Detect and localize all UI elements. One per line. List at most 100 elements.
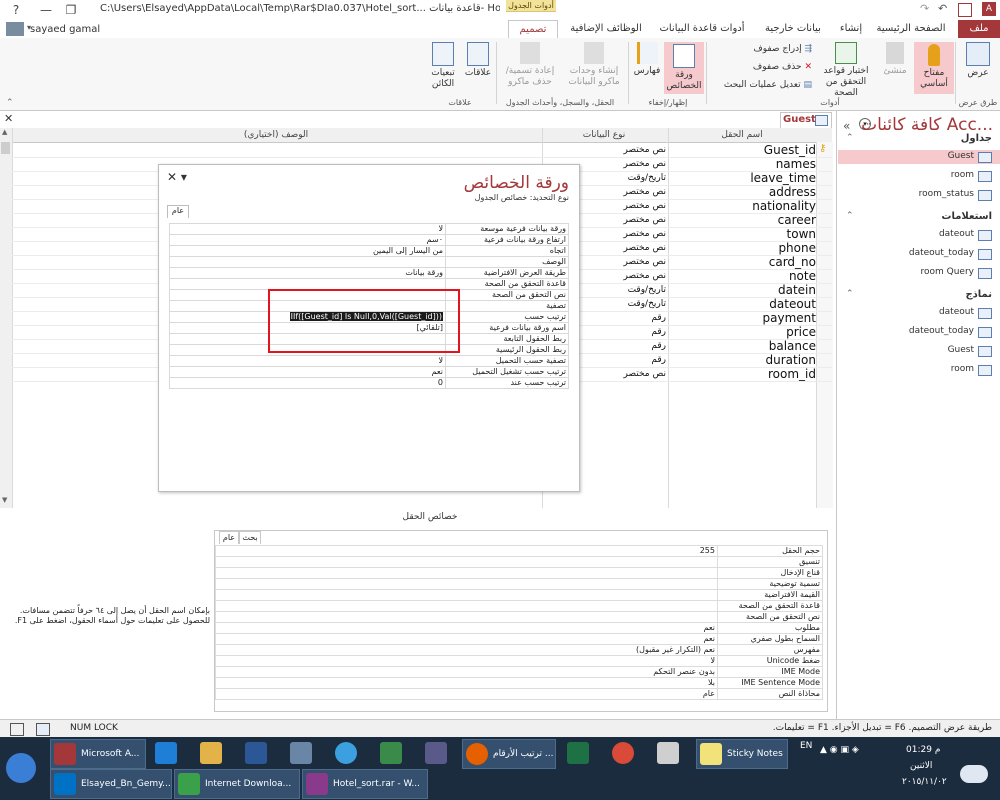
field-name-cell[interactable]: duration — [668, 353, 817, 367]
nav-item[interactable]: dateout_today — [909, 326, 974, 336]
field-row[interactable]: Guest_id نص مختصر — [12, 143, 832, 158]
tab-file[interactable]: ملف — [958, 20, 1000, 38]
nav-item[interactable]: room — [951, 364, 974, 374]
field-name-cell[interactable]: payment — [668, 311, 816, 325]
primary-key-button[interactable]: مفتاح أساسي — [914, 42, 954, 94]
property-row[interactable]: الوصف — [169, 256, 569, 268]
modify-lookups-button[interactable]: تعديل عمليات البحث ▤ — [710, 80, 812, 90]
relationships-button[interactable]: علاقات — [462, 42, 494, 79]
nav-section-header[interactable]: نماذج — [965, 289, 992, 300]
nav-pane-title[interactable]: كافة كائنات Acc... — [861, 115, 993, 135]
field-property-value[interactable] — [215, 611, 718, 623]
field-property-row[interactable]: ضغط Unicode لا — [215, 655, 823, 667]
close-document-icon[interactable]: ✕ — [4, 112, 13, 125]
field-name-cell[interactable]: balance — [668, 339, 816, 353]
nav-item[interactable]: Guest — [948, 345, 974, 355]
tab-home[interactable]: الصفحة الرئيسية — [868, 20, 954, 38]
field-name-cell[interactable]: career — [668, 213, 816, 227]
indexes-button[interactable]: فهارس — [632, 42, 662, 77]
field-property-row[interactable]: IME Mode بدون عنصر التحكم — [215, 666, 823, 678]
insert-rows-button[interactable]: إدراج صفوف ⇶ — [730, 44, 812, 54]
delete-rows-button[interactable]: حذف صفوف ✕ — [730, 62, 812, 72]
nav-section-header[interactable]: استعلامات — [941, 211, 992, 222]
field-name-cell[interactable]: names — [668, 157, 816, 171]
property-value[interactable]: 0 — [169, 377, 446, 389]
scroll-down-arrow[interactable]: ▼ — [2, 496, 7, 504]
account-name[interactable]: sayaed gamal — [30, 24, 100, 35]
field-property-row[interactable]: قاعدة التحقق من الصحة — [215, 600, 823, 612]
field-property-row[interactable]: مفهرس نعم (التكرار غير مقبول) — [215, 644, 823, 656]
nav-item[interactable]: dateout — [939, 229, 974, 239]
file-explorer-icon[interactable] — [200, 742, 222, 764]
taskbar-access[interactable]: Microsoft A... — [50, 739, 146, 769]
property-value[interactable]: لا — [169, 223, 446, 235]
restore-button[interactable]: ❐ — [55, 0, 87, 20]
field-name-cell[interactable]: datein — [668, 283, 816, 297]
save-icon[interactable] — [958, 3, 972, 17]
collapse-icon[interactable]: ⌃ — [846, 211, 854, 221]
tab-general[interactable]: عام — [219, 531, 239, 544]
excel-icon[interactable] — [567, 742, 589, 764]
property-value[interactable]: ورقة بيانات — [169, 267, 446, 279]
field-name-cell[interactable]: note — [668, 269, 816, 283]
calculator-icon[interactable] — [290, 742, 312, 764]
property-row[interactable]: طريقة العرض الافتراضية ورقة بيانات — [169, 267, 569, 279]
property-value[interactable]: نعم — [169, 366, 446, 378]
nav-item[interactable]: room Query — [921, 267, 975, 277]
property-row[interactable]: قاعدة التحقق من الصحة — [169, 278, 569, 290]
field-name-cell[interactable]: leave_time — [668, 171, 816, 185]
taskbar-winrar[interactable]: Hotel_sort.rar - W... — [302, 769, 428, 799]
field-property-value[interactable]: بدون عنصر التحكم — [215, 666, 718, 678]
field-property-value[interactable] — [215, 600, 718, 612]
weather-icon[interactable] — [960, 765, 988, 783]
field-property-row[interactable]: حجم الحقل 255 — [215, 545, 823, 557]
media-icon[interactable] — [425, 742, 447, 764]
document-tab-guest[interactable]: Guest — [780, 112, 832, 128]
tray-icons[interactable]: ▲ ◉ ▣ ◈ — [820, 745, 890, 759]
field-property-value[interactable] — [215, 578, 718, 590]
field-property-value[interactable]: نعم — [215, 633, 718, 645]
field-name-cell[interactable]: address — [668, 185, 816, 199]
property-row[interactable]: ترتيب حسب عند 0 — [169, 377, 569, 389]
ie-icon[interactable] — [155, 742, 177, 764]
object-dependencies-button[interactable]: تبعيات الكائن — [426, 42, 460, 90]
field-name-cell[interactable]: Guest_id — [668, 143, 816, 157]
nav-section-header[interactable]: جداول — [961, 133, 992, 144]
field-name-cell[interactable]: price — [668, 325, 816, 339]
field-property-value[interactable]: عام — [215, 688, 718, 700]
collapse-ribbon-icon[interactable]: ⌃ — [6, 98, 14, 108]
property-value[interactable]: من اليسار إلى اليمين — [169, 245, 446, 257]
field-property-row[interactable]: السماح بطول صفري نعم — [215, 633, 823, 645]
field-property-value[interactable] — [215, 589, 718, 601]
taskbar-idm[interactable]: Internet Downloa... — [174, 769, 300, 799]
tab-lookup[interactable]: بحث — [239, 531, 261, 544]
start-button[interactable] — [6, 753, 36, 783]
field-name-cell[interactable]: card_no — [668, 255, 816, 269]
field-property-value[interactable]: نعم (التكرار غير مقبول) — [215, 644, 718, 656]
field-property-value[interactable]: لا — [215, 655, 718, 667]
notepad-icon[interactable] — [657, 742, 679, 764]
avatar[interactable] — [6, 22, 24, 36]
field-property-value[interactable]: بلا — [215, 677, 718, 689]
undo-icon[interactable]: ↶ — [938, 2, 947, 15]
test-validation-rules-button[interactable]: اختبار قواعد التحقق من الصحة — [816, 42, 876, 99]
taskbar-firefox[interactable]: ترتيب الأرقام ... — [462, 739, 556, 769]
create-data-macros-button[interactable]: إنشاء وحدات ماكرو البيانات — [562, 42, 626, 88]
rename-delete-macro-button[interactable]: إعادة تسمية/حذف ماكرو — [500, 42, 560, 88]
field-property-row[interactable]: قناع الإدخال — [215, 567, 823, 579]
account-dropdown-icon[interactable]: ▾ — [27, 23, 31, 32]
field-name-cell[interactable]: nationality — [668, 199, 816, 213]
field-name-cell[interactable]: dateout — [668, 297, 816, 311]
shutter-bar-icon[interactable]: « — [843, 119, 850, 133]
field-property-value[interactable]: نعم — [215, 622, 718, 634]
access-app-icon[interactable]: A — [982, 2, 996, 16]
redo-icon[interactable]: ↷ — [920, 2, 929, 15]
property-value[interactable]: لا — [169, 355, 446, 367]
chrome-icon[interactable] — [612, 742, 634, 764]
field-property-row[interactable]: نص التحقق من الصحة — [215, 611, 823, 623]
field-name-cell[interactable]: town — [668, 227, 816, 241]
nav-item[interactable]: room_status — [919, 189, 974, 199]
tab-external-data[interactable]: بيانات خارجية — [754, 20, 832, 38]
property-row[interactable]: اتجاه من اليسار إلى اليمين — [169, 245, 569, 257]
field-property-value[interactable] — [215, 567, 718, 579]
